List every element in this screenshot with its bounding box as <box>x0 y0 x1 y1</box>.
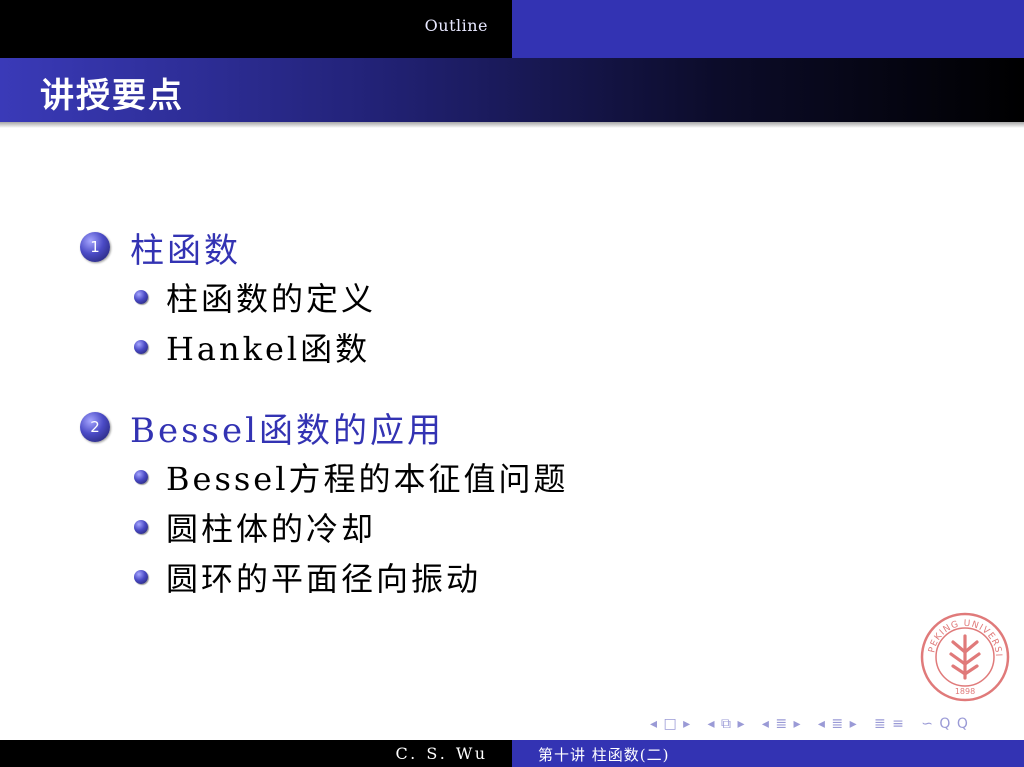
bullet-icon <box>134 520 148 534</box>
section-1: 1 柱函数 柱函数的定义 Hankel函数 <box>80 222 940 372</box>
section-1-items: 柱函数的定义 Hankel函数 <box>80 272 940 372</box>
nav-align-icon[interactable]: ≣ ≡ <box>874 716 905 732</box>
footer-bar: C. S. Wu 第十讲 柱函数(二) <box>0 740 1024 767</box>
nav-search-icon[interactable]: ∽ Q Q <box>921 716 969 732</box>
header-bar: Outline <box>0 0 1024 58</box>
section-number-ball: 1 <box>80 232 110 262</box>
peking-university-seal-icon: PEKING UNIVERSITY 1898 <box>920 612 1010 702</box>
section-2-items: Bessel方程的本征值问题 圆柱体的冷却 圆环的平面径向振动 <box>80 452 940 602</box>
item-text: Bessel方程的本征值问题 <box>166 460 569 498</box>
section-title: 柱函数 <box>130 230 241 271</box>
list-item[interactable]: Hankel函数 <box>134 322 940 372</box>
nav-subsection-icon[interactable]: ◂ ⧉ ▸ <box>708 716 746 732</box>
bullet-icon <box>134 570 148 584</box>
header-left: Outline <box>0 0 512 58</box>
list-item[interactable]: 柱函数的定义 <box>134 272 940 322</box>
item-text: Hankel函数 <box>166 330 371 368</box>
item-text: 圆环的平面径向振动 <box>166 560 482 598</box>
footer-right: 第十讲 柱函数(二) <box>512 740 1024 767</box>
nav-frame-icon[interactable]: ◂ □ ▸ <box>650 716 691 732</box>
list-item[interactable]: 圆环的平面径向振动 <box>134 552 940 602</box>
header-right <box>512 0 1024 58</box>
footer-author: C. S. Wu <box>395 744 488 763</box>
section-1-heading[interactable]: 1 柱函数 <box>80 222 940 272</box>
svg-text:1898: 1898 <box>955 687 975 696</box>
list-item[interactable]: 圆柱体的冷却 <box>134 502 940 552</box>
bullet-icon <box>134 470 148 484</box>
navigation-symbols: ◂ □ ▸ ◂ ⧉ ▸ ◂ ≣ ▸ ◂ ≣ ▸ ≣ ≡ ∽ Q Q <box>650 716 969 736</box>
bullet-icon <box>134 340 148 354</box>
outline-link[interactable]: Outline <box>425 16 488 35</box>
section-title: Bessel函数的应用 <box>130 410 444 451</box>
section-2-heading[interactable]: 2 Bessel函数的应用 <box>80 402 940 452</box>
item-text: 圆柱体的冷却 <box>166 510 377 548</box>
nav-section-icon[interactable]: ◂ ≣ ▸ <box>762 716 802 732</box>
list-item[interactable]: Bessel方程的本征值问题 <box>134 452 940 502</box>
frame-title: 讲授要点 <box>40 76 184 116</box>
nav-part-icon[interactable]: ◂ ≣ ▸ <box>818 716 858 732</box>
section-number-ball: 2 <box>80 412 110 442</box>
outline-content: 1 柱函数 柱函数的定义 Hankel函数 2 Bessel函数的应用 Bess… <box>80 222 940 632</box>
item-text: 柱函数的定义 <box>166 280 377 318</box>
footer-lecture-title: 第十讲 柱函数(二) <box>538 746 670 764</box>
footer-left: C. S. Wu <box>0 740 512 767</box>
section-2: 2 Bessel函数的应用 Bessel方程的本征值问题 圆柱体的冷却 圆环的平… <box>80 402 940 602</box>
frame-title-bar: 讲授要点 <box>0 58 1024 128</box>
bullet-icon <box>134 290 148 304</box>
